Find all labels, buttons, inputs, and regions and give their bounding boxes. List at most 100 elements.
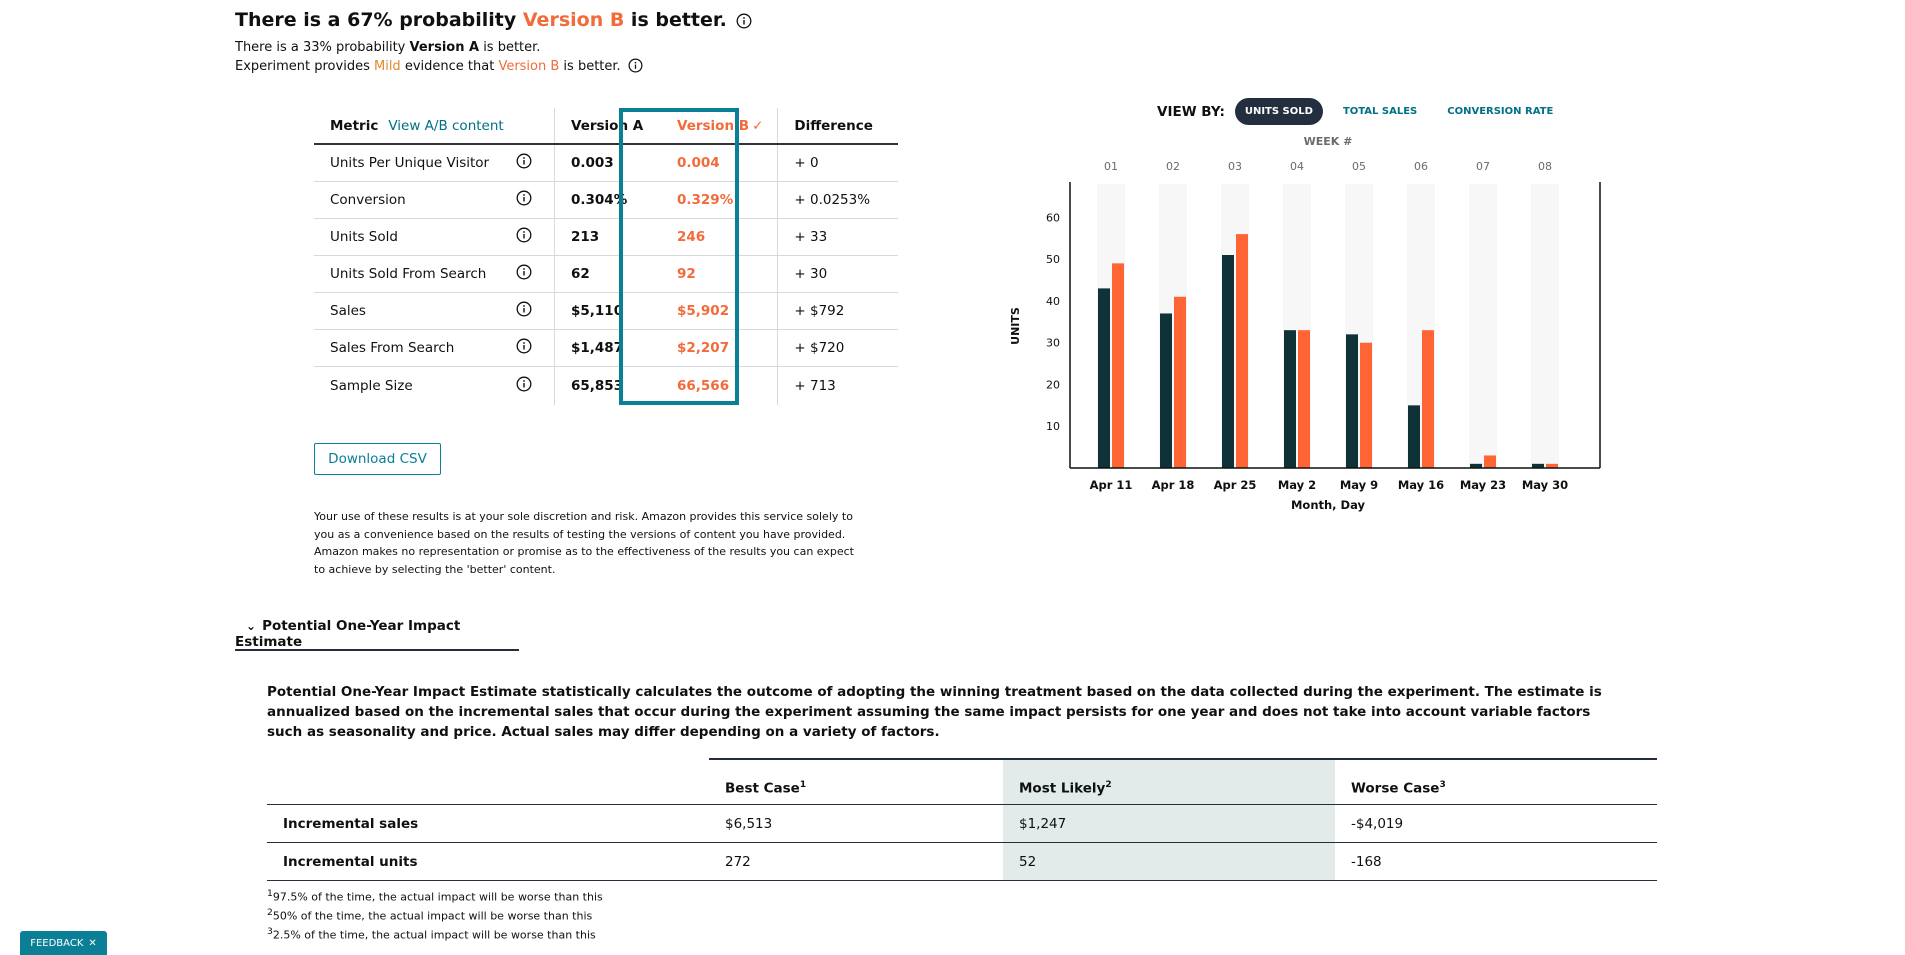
week-tick-label: 02 — [1166, 160, 1180, 173]
info-icon[interactable] — [516, 301, 532, 321]
week-tick-label: 04 — [1290, 160, 1304, 173]
metric-info — [516, 218, 555, 256]
close-icon[interactable]: ✕ — [88, 938, 96, 949]
worse-case-header: Worse Case3 — [1335, 758, 1657, 805]
footnote-text: 97.5% of the time, the actual impact wil… — [272, 890, 603, 904]
footnote: 32.5% of the time, the actual impact wil… — [267, 926, 596, 942]
headline-text: There is a 67% probability — [235, 9, 523, 31]
best-case-header: Best Case1 — [709, 758, 1003, 805]
bar-version-b — [1112, 263, 1124, 468]
metrics-header-row: Metric View A/B content Version A Version… — [314, 108, 899, 145]
bar-version-b — [1360, 342, 1372, 468]
worse-case-sup: 3 — [1439, 779, 1446, 790]
metric-header: Metric View A/B content — [314, 108, 555, 145]
y-axis-label: UNITS — [1009, 307, 1022, 345]
prob-a-variant: Version A — [409, 40, 480, 55]
info-icon[interactable] — [516, 190, 532, 210]
chevron-down-icon: ⌄ — [246, 619, 257, 633]
best-case-value: 272 — [709, 842, 1003, 881]
view-by-conversion-rate[interactable]: CONVERSION RATE — [1437, 98, 1563, 125]
info-icon[interactable] — [516, 376, 532, 396]
metric-header-label: Metric — [330, 117, 379, 134]
impact-toggle-label: Potential One-Year Impact Estimate — [235, 618, 461, 650]
probability-a-line: There is a 33% probability Version A is … — [235, 40, 540, 55]
table-row: Conversion 0.304% 0.329% + 0.0253% — [314, 181, 899, 219]
bar-version-b — [1236, 234, 1248, 468]
y-tick-label: 60 — [1046, 211, 1060, 224]
metric-name: Units Sold From Search — [314, 255, 516, 293]
view-by-total-sales[interactable]: TOTAL SALES — [1333, 98, 1427, 125]
feedback-label: FEEDBACK — [30, 937, 84, 949]
x-tick-label: May 30 — [1522, 478, 1568, 492]
best-case-sup: 1 — [799, 779, 807, 790]
bar-version-b — [1422, 330, 1434, 468]
view-ab-content-link[interactable]: View A/B content — [388, 118, 503, 134]
footnote-text: 50% of the time, the actual impact will … — [272, 909, 593, 923]
bar-version-b — [1484, 455, 1496, 468]
bar-version-a — [1408, 405, 1420, 468]
impact-header-row: Best Case1 Most Likely2 Worse Case3 — [267, 758, 1657, 805]
metric-name: Sample Size — [330, 378, 413, 394]
headline-variant: Version B — [522, 9, 625, 31]
info-icon[interactable] — [628, 58, 643, 73]
download-csv-button[interactable]: Download CSV — [314, 443, 441, 475]
bar-version-a — [1222, 255, 1234, 468]
disclaimer-text: Your use of these results is at your sol… — [314, 510, 854, 576]
x-tick-label: May 9 — [1340, 478, 1378, 492]
metric-info — [516, 367, 555, 406]
bar-version-b — [1298, 330, 1310, 468]
prob-a-text: There is a 33% probability — [235, 40, 410, 55]
table-row: Sales $5,110 $5,902 + $792 — [314, 292, 899, 330]
y-tick-label: 10 — [1046, 420, 1060, 433]
week-axis-label: WEEK # — [1304, 135, 1353, 148]
footnote-text: 2.5% of the time, the actual impact will… — [272, 928, 596, 942]
table-row: Sample Size 65,853 66,566 + 713 — [314, 366, 899, 406]
view-by-units-sold[interactable]: UNITS SOLD — [1234, 98, 1323, 125]
metric-info — [516, 255, 555, 293]
metric-name: Units Per Unique Visitor — [314, 144, 516, 182]
metric-info — [516, 292, 555, 330]
impact-description: Potential One-Year Impact Estimate stati… — [267, 684, 1602, 740]
difference-value: + $720 — [777, 329, 899, 367]
x-tick-label: May 23 — [1460, 478, 1506, 492]
result-headline: There is a 67% probability Version B is … — [235, 9, 752, 31]
table-row: Units Sold From Search 62 92 + 30 — [314, 255, 899, 293]
most-likely-header: Most Likely2 — [1003, 758, 1335, 805]
headline-suffix: is better. — [624, 9, 727, 31]
worse-case-value: -$4,019 — [1335, 804, 1657, 843]
view-by-label: VIEW BY: — [1157, 103, 1225, 120]
x-tick-label: May 2 — [1278, 478, 1316, 492]
row-label: Incremental sales — [267, 804, 709, 843]
winner-check-icon: ✓ — [752, 117, 764, 134]
difference-value: + 0 — [777, 144, 899, 182]
table-row: Sales From Search $1,487 $2,207 + $720 — [314, 329, 899, 367]
info-icon[interactable] — [516, 227, 532, 247]
metric-info — [516, 329, 555, 367]
best-case-value: $6,513 — [709, 804, 1003, 843]
x-tick-label: Apr 11 — [1090, 478, 1133, 492]
bar-version-a — [1346, 334, 1358, 468]
info-icon[interactable] — [516, 338, 532, 358]
impact-accordion-toggle[interactable]: ⌄ Potential One-Year Impact Estimate — [235, 618, 519, 651]
y-tick-label: 40 — [1046, 295, 1060, 308]
info-icon[interactable] — [736, 13, 752, 29]
most-likely-sup: 2 — [1105, 779, 1112, 790]
evidence-text: Experiment provides — [235, 59, 374, 74]
info-icon[interactable] — [516, 264, 532, 284]
table-row: Incremental sales $6,513 $1,247 -$4,019 — [267, 804, 1657, 843]
difference-header: Difference — [777, 108, 899, 145]
y-tick-label: 50 — [1046, 253, 1060, 266]
y-tick-label: 20 — [1046, 378, 1060, 391]
bar-version-a — [1160, 313, 1172, 468]
week-band — [1531, 184, 1559, 468]
difference-value: + 713 — [777, 366, 899, 405]
feedback-tab[interactable]: FEEDBACK ✕ — [20, 931, 107, 955]
evidence-suffix: is better. — [559, 59, 621, 74]
y-tick-label: 30 — [1046, 337, 1060, 350]
info-icon[interactable] — [516, 153, 532, 173]
bar-version-b — [1174, 296, 1186, 468]
week-band — [1469, 184, 1497, 468]
bar-version-a — [1098, 288, 1110, 468]
bar-version-a — [1284, 330, 1296, 468]
difference-value: + 30 — [777, 255, 899, 293]
